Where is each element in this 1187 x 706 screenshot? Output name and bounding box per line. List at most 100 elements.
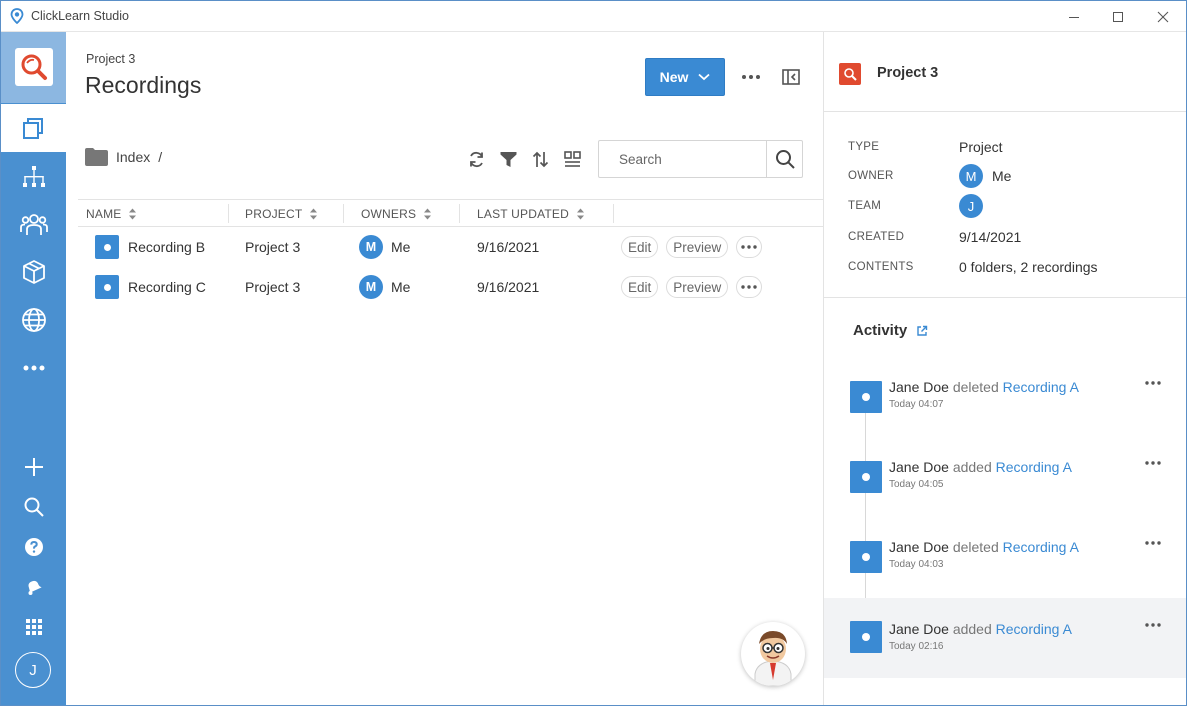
minimize-icon	[1069, 16, 1079, 18]
app-window: ClickLearn Studio J Project 3 Recordings…	[0, 0, 1187, 706]
clicklearn-logo-icon	[10, 8, 24, 24]
owner-cell: M Me	[359, 267, 410, 307]
toggle-panel-button[interactable]	[779, 66, 803, 88]
property-label: TYPE	[848, 141, 880, 153]
activity-action: deleted	[952, 539, 999, 555]
search-input[interactable]	[599, 141, 767, 177]
new-button[interactable]: New	[645, 58, 725, 96]
content-icon	[22, 118, 43, 139]
maximize-icon	[1113, 11, 1123, 22]
owner-cell: M Me	[359, 227, 410, 267]
external-link-icon[interactable]	[916, 325, 928, 337]
refresh-button[interactable]	[466, 149, 486, 169]
users-icon	[19, 214, 48, 235]
column-header-owners[interactable]: OWNERS	[361, 200, 432, 227]
refresh-icon	[469, 151, 483, 167]
notifications-icon	[28, 580, 42, 595]
column-header-name[interactable]: NAME	[86, 200, 137, 227]
left-navigation-rail: J	[1, 32, 66, 705]
rail-hierarchy[interactable]	[1, 153, 66, 201]
project-icon	[839, 63, 861, 85]
last-updated-cell: 9/16/2021	[477, 279, 540, 295]
rail-globe[interactable]	[1, 296, 66, 344]
property-label: CREATED	[848, 231, 905, 243]
column-header-label: LAST UPDATED	[477, 206, 569, 221]
recording-icon	[850, 461, 882, 493]
property-value: Project	[959, 139, 1003, 155]
recording-name: Recording C	[128, 279, 206, 295]
activity-more-button[interactable]	[1142, 374, 1164, 392]
property-label: OWNER	[848, 170, 894, 182]
column-header-label: PROJECT	[245, 206, 303, 221]
rail-users[interactable]	[1, 200, 66, 248]
activity-action: added	[952, 459, 992, 475]
sort-icon	[532, 151, 548, 167]
folder-name[interactable]: Index	[116, 149, 150, 165]
search-button[interactable]	[766, 141, 802, 177]
filter-button[interactable]	[498, 149, 518, 169]
more-options-button[interactable]	[738, 66, 764, 88]
activity-action: deleted	[952, 379, 999, 395]
row-more-button[interactable]	[736, 236, 763, 258]
rail-more[interactable]	[1, 344, 66, 392]
activity-target-link[interactable]: Recording A	[996, 459, 1072, 475]
rail-apps[interactable]	[1, 603, 66, 651]
activity-target-link[interactable]: Recording A	[1003, 539, 1079, 555]
activity-target-link[interactable]: Recording A	[1003, 379, 1079, 395]
property-label: TEAM	[848, 200, 882, 212]
property-value: 0 folders, 2 recordings	[959, 259, 1098, 275]
folder-icon	[85, 148, 108, 166]
recording-icon	[95, 275, 119, 299]
panel-header: Project 3	[824, 32, 1186, 112]
title-bar: ClickLearn Studio	[1, 1, 1186, 32]
recording-name-cell[interactable]: Recording C	[95, 267, 206, 307]
column-header-project[interactable]: PROJECT	[245, 200, 318, 227]
owner-avatar: M	[359, 275, 383, 299]
team-member-avatar[interactable]: J	[959, 194, 983, 218]
row-more-button[interactable]	[736, 276, 763, 298]
edit-button[interactable]: Edit	[621, 236, 659, 258]
add-icon	[24, 458, 43, 476]
main-content: Project 3 Recordings New Index / Search …	[66, 32, 823, 705]
edit-button[interactable]: Edit	[621, 276, 659, 298]
table-row[interactable]: Recording C Project 3 M Me 9/16/2021 Edi…	[78, 267, 823, 307]
sort-arrows-icon	[424, 208, 432, 219]
close-window-button[interactable]	[1140, 1, 1186, 32]
panel-title: Project 3	[877, 65, 939, 81]
recordings-table: NAME PROJECT OWNERS LAST UPDATED Recordi…	[78, 199, 823, 307]
preview-button[interactable]: Preview	[666, 276, 729, 298]
sort-button[interactable]	[530, 149, 550, 169]
column-header-last-updated[interactable]: LAST UPDATED	[477, 200, 584, 227]
last-updated-cell: 9/16/2021	[477, 239, 540, 255]
view-mode-button[interactable]	[562, 149, 582, 169]
rail-logo[interactable]	[1, 32, 66, 103]
more-horizontal-icon	[1145, 541, 1161, 545]
maximize-button[interactable]	[1095, 1, 1141, 32]
hierarchy-icon	[22, 166, 45, 187]
table-row[interactable]: Recording B Project 3 M Me 9/16/2021 Edi…	[78, 227, 823, 267]
rail-content[interactable]	[1, 104, 66, 152]
activity-more-button[interactable]	[1142, 534, 1164, 552]
breadcrumb[interactable]: Project 3	[86, 52, 135, 66]
row-actions: Edit Preview	[621, 267, 763, 307]
assistant-mascot[interactable]	[741, 622, 805, 686]
activity-user: Jane Doe	[889, 379, 949, 395]
activity-more-button[interactable]	[1142, 454, 1164, 472]
more-horizontal-icon	[1145, 623, 1161, 627]
preview-button[interactable]: Preview	[666, 236, 729, 258]
user-avatar[interactable]: J	[15, 652, 51, 688]
activity-more-button[interactable]	[1142, 616, 1164, 634]
row-actions: Edit Preview	[621, 227, 763, 267]
globe-icon	[21, 308, 46, 332]
activity-target-link[interactable]: Recording A	[996, 621, 1072, 637]
project-properties: TYPE Project OWNER M Me TEAM J CREATED 9…	[824, 112, 1186, 298]
recording-name: Recording B	[128, 239, 206, 255]
rail-package[interactable]	[1, 248, 66, 296]
minimize-button[interactable]	[1051, 1, 1097, 32]
search-box	[598, 140, 803, 178]
recording-name-cell[interactable]: Recording B	[95, 227, 205, 267]
activity-title: Activity	[853, 322, 908, 339]
folder-breadcrumb: Index /	[85, 146, 162, 168]
panel-toggle-icon	[782, 69, 800, 85]
sort-arrows-icon	[129, 208, 137, 219]
